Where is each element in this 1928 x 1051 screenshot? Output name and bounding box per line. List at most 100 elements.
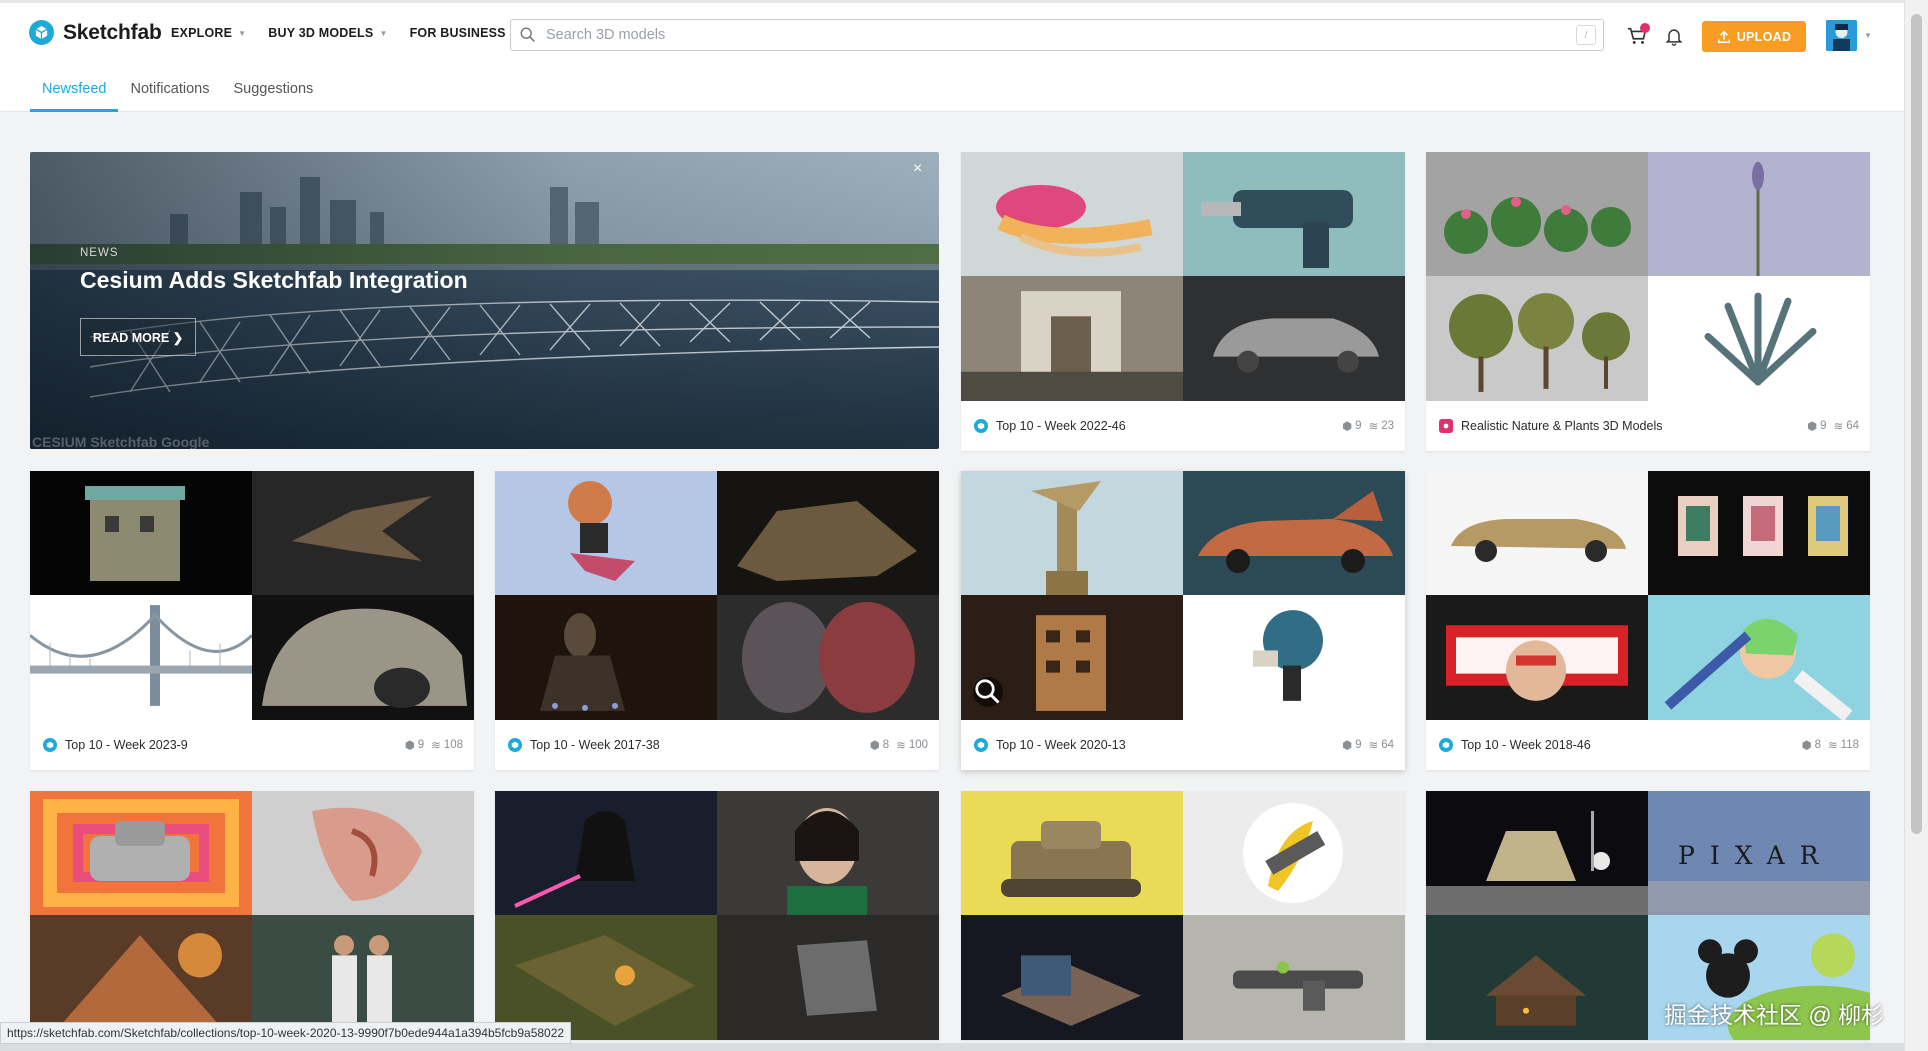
- search-shortcut-hint: /: [1576, 25, 1596, 45]
- model-count: ⬢ 8: [1802, 738, 1821, 752]
- model-thumbnail[interactable]: [717, 791, 939, 915]
- model-thumbnail[interactable]: [30, 791, 252, 915]
- model-thumbnail[interactable]: [252, 595, 474, 720]
- nav-for-business[interactable]: FOR BUSINESS▼: [410, 26, 520, 40]
- tab-suggestions[interactable]: Suggestions: [221, 69, 325, 111]
- collection-card[interactable]: Top 10 - Week 2017-38 ⬢ 8 ≋ 100: [495, 471, 939, 770]
- follower-count-value: 64: [1846, 420, 1859, 432]
- quick-search-button[interactable]: [973, 677, 1003, 707]
- link-status-bar: https://sketchfab.com/Sketchfab/collecti…: [0, 1022, 572, 1044]
- model-thumbnail[interactable]: [1183, 595, 1405, 720]
- card-footer: Realistic Nature & Plants 3D Models ⬢ 9 ≋…: [1426, 401, 1870, 451]
- search-icon: [975, 679, 1000, 704]
- follower-count: ≋ 100: [896, 738, 928, 752]
- model-thumbnail[interactable]: [717, 915, 939, 1040]
- model-count: ⬢ 9: [1342, 738, 1361, 752]
- nav-buy-3d-models[interactable]: BUY 3D MODELS ▼: [268, 26, 387, 40]
- model-thumbnail[interactable]: [961, 471, 1183, 595]
- collection-card[interactable]: Top 10 - Week 2020-13 ⬢ 9 ≋ 64: [961, 471, 1405, 770]
- page-scrollbar[interactable]: [1904, 0, 1928, 1051]
- notifications-bell-icon[interactable]: [1664, 26, 1684, 46]
- model-thumbnail[interactable]: [717, 595, 939, 720]
- model-count-value: 8: [1814, 739, 1822, 751]
- model-thumbnail[interactable]: [961, 276, 1183, 401]
- models-icon: ⬢: [1342, 740, 1353, 752]
- model-thumbnail[interactable]: [30, 471, 252, 595]
- collection-card[interactable]: [495, 791, 939, 1040]
- collection-title[interactable]: Top 10 - Week 2023-9: [65, 738, 398, 752]
- collection-title[interactable]: Top 10 - Week 2022-46: [996, 419, 1335, 433]
- read-more-button[interactable]: READ MORE ❯: [80, 318, 196, 356]
- model-thumbnail[interactable]: [1183, 276, 1405, 401]
- collection-card[interactable]: Top 10 - Week 2018-46 ⬢ 8 ≋ 118: [1426, 471, 1870, 770]
- collection-title[interactable]: Top 10 - Week 2018-46: [1461, 738, 1795, 752]
- collection-card[interactable]: [961, 791, 1405, 1040]
- collection-card[interactable]: [30, 791, 474, 1040]
- model-thumbnail[interactable]: [717, 471, 939, 595]
- user-avatar[interactable]: [1826, 20, 1857, 51]
- model-thumbnail[interactable]: [495, 471, 717, 595]
- logo-text: Sketchfab: [63, 20, 162, 44]
- chevron-down-icon[interactable]: ▼: [1864, 31, 1872, 40]
- collection-title[interactable]: Realistic Nature & Plants 3D Models: [1461, 419, 1800, 433]
- model-thumbnail[interactable]: [1426, 791, 1648, 915]
- search-input[interactable]: [544, 26, 1576, 44]
- collection-card[interactable]: Top 10 - Week 2022-46 ⬢ 9 ≋ 23: [961, 152, 1405, 451]
- model-thumbnail[interactable]: [1648, 471, 1870, 595]
- model-thumbnail[interactable]: [252, 791, 474, 915]
- model-thumbnail[interactable]: [1426, 595, 1648, 720]
- news-banner-image: [30, 152, 939, 449]
- news-banner[interactable]: NEWS Cesium Adds Sketchfab Integration R…: [30, 152, 939, 449]
- sketchfab-staff-icon: [43, 738, 57, 752]
- model-thumbnail[interactable]: [1426, 276, 1648, 401]
- upload-label: UPLOAD: [1736, 29, 1792, 44]
- collection-title[interactable]: Top 10 - Week 2020-13: [996, 738, 1335, 752]
- model-thumbnail[interactable]: [1183, 791, 1405, 915]
- models-icon: ⬢: [1801, 740, 1812, 752]
- nav-explore[interactable]: EXPLORE ▼: [171, 26, 246, 40]
- model-thumbnail[interactable]: [1648, 595, 1870, 720]
- model-thumbnail[interactable]: [30, 595, 252, 720]
- collection-title[interactable]: Top 10 - Week 2017-38: [530, 738, 863, 752]
- feed-icon: ≋: [1833, 421, 1844, 433]
- model-thumbnail[interactable]: [1648, 276, 1870, 401]
- model-count: ⬢ 9: [405, 738, 424, 752]
- chevron-down-icon: ▼: [238, 28, 247, 38]
- model-thumbnail[interactable]: [1426, 471, 1648, 595]
- model-thumbnail[interactable]: [961, 595, 1183, 720]
- model-thumbnail[interactable]: [1183, 471, 1405, 595]
- tab-notifications[interactable]: Notifications: [118, 69, 221, 111]
- model-thumbnail[interactable]: [1426, 152, 1648, 276]
- card-footer: Top 10 - Week 2017-38 ⬢ 8 ≋ 100: [495, 720, 939, 770]
- upload-button[interactable]: UPLOAD: [1702, 21, 1806, 52]
- tab-newsfeed[interactable]: Newsfeed: [30, 69, 119, 112]
- collection-card[interactable]: Top 10 - Week 2023-9 ⬢ 9 ≋ 108: [30, 471, 474, 770]
- news-title: Cesium Adds Sketchfab Integration: [80, 267, 468, 293]
- pixar-wordmark: PIXAR: [1678, 841, 1834, 870]
- model-count-value: 9: [1355, 739, 1362, 751]
- sketchfab-cube-icon: [29, 20, 54, 45]
- model-count: ⬢ 9: [1342, 419, 1361, 433]
- model-thumbnail[interactable]: [1426, 915, 1648, 1040]
- model-thumbnail[interactable]: [252, 471, 474, 595]
- model-thumbnail[interactable]: [495, 791, 717, 915]
- top-navigation-bar: Sketchfab EXPLORE ▼ BUY 3D MODELS ▼ FOR BU…: [0, 0, 1904, 112]
- chevron-down-icon: ▼: [379, 28, 388, 38]
- sketchfab-staff-icon: [974, 738, 988, 752]
- model-thumbnail[interactable]: [495, 595, 717, 720]
- collection-card[interactable]: Realistic Nature & Plants 3D Models ⬢ 9 ≋…: [1426, 152, 1870, 451]
- model-thumbnail[interactable]: [1648, 152, 1870, 276]
- follower-count-value: 64: [1381, 739, 1394, 751]
- model-thumbnail[interactable]: [1183, 152, 1405, 276]
- sketchfab-logo[interactable]: Sketchfab: [29, 20, 162, 45]
- follower-count: ≋ 64: [1834, 419, 1859, 433]
- model-thumbnail[interactable]: [1183, 915, 1405, 1040]
- model-thumbnail[interactable]: [961, 791, 1183, 915]
- model-thumbnail[interactable]: [961, 152, 1183, 276]
- feed-icon: ≋: [1368, 421, 1379, 433]
- close-icon[interactable]: ×: [913, 160, 922, 178]
- model-thumbnail[interactable]: [961, 915, 1183, 1040]
- scrollbar-thumb[interactable]: [1911, 14, 1922, 834]
- model-thumbnail[interactable]: PIXAR: [1648, 791, 1870, 915]
- card-footer: Top 10 - Week 2018-46 ⬢ 8 ≋ 118: [1426, 720, 1870, 770]
